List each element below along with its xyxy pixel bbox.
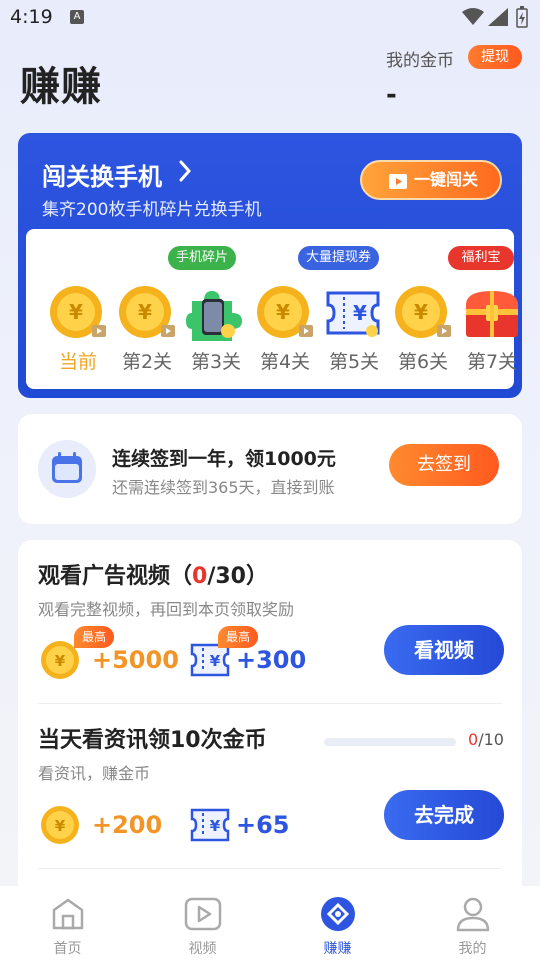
news-task-subtitle: 看资讯，赚金币: [38, 764, 151, 783]
max-badge: 最高: [74, 626, 115, 648]
coin-icon[interactable]: ¥: [255, 285, 315, 341]
max-badge: 最高: [218, 626, 259, 648]
level-tag-treasure: 福利宝箱: [448, 246, 514, 289]
coins-label: 我的金币: [386, 51, 454, 71]
level-label-6: 第6关: [397, 351, 449, 373]
nav-label-profile: 我的: [458, 941, 487, 957]
level-tag-phone-fragment: 手机碎片: [168, 246, 237, 270]
nav-item-earn[interactable]: 赚赚: [270, 886, 405, 960]
news-coin-reward: +200: [92, 811, 163, 839]
signin-button[interactable]: 去签到: [389, 444, 499, 486]
svg-text:¥: ¥: [55, 817, 66, 835]
level-card-subtitle: 集齐200枚手机碎片兑换手机: [42, 200, 262, 220]
complete-news-button[interactable]: 去完成: [384, 790, 504, 840]
play-tv-icon: [389, 174, 407, 189]
video-task-title-suffix: /30）: [207, 564, 268, 589]
svg-text:¥: ¥: [138, 300, 152, 324]
svg-text:¥: ¥: [210, 817, 221, 835]
nav-label-video: 视频: [188, 941, 217, 957]
nav-label-earn: 赚赚: [323, 941, 352, 957]
page-title: 赚赚: [20, 64, 102, 110]
divider: [38, 703, 502, 704]
calendar-icon: [38, 440, 96, 498]
coins-value: -: [386, 80, 397, 110]
svg-text:¥: ¥: [353, 301, 367, 325]
level-tag-cash-ticket: 大量提现券: [298, 246, 380, 270]
video-task-count: 0: [192, 564, 208, 589]
home-icon: [52, 898, 83, 930]
nav-item-home[interactable]: 首页: [0, 886, 135, 960]
level-label-3: 第3关: [190, 351, 242, 373]
treasure-chest-icon[interactable]: [462, 285, 522, 341]
coin-icon[interactable]: ¥: [393, 285, 453, 341]
svg-text:¥: ¥: [69, 300, 83, 324]
watch-video-button[interactable]: 看视频: [384, 625, 504, 675]
signin-card: 连续签到一年，领1000元 还需连续签到365天，直接到账 去签到: [18, 414, 522, 524]
coin-icon: ¥: [41, 806, 79, 844]
levels-track: 手机碎片 大量提现券 福利宝箱 ¥ ¥ ¥ ¥ ¥ 当前 第2关 第3关 第4关…: [26, 229, 518, 389]
level-label-7: 第7关: [466, 351, 518, 373]
video-icon: [184, 897, 221, 931]
level-label-4: 第4关: [259, 351, 311, 373]
level-label-5: 第5关: [328, 351, 380, 373]
wifi-icon: [462, 8, 484, 25]
earn-icon: [320, 897, 355, 931]
cash-ticket-icon: ¥: [190, 808, 230, 842]
signin-subtitle: 还需连续签到365天，直接到账: [112, 478, 335, 497]
video-task-title: 观看广告视频（0/30）: [38, 558, 268, 590]
news-progress-total: /10: [478, 730, 504, 749]
status-bar: 4:19 A: [0, 0, 540, 36]
nav-label-home: 首页: [53, 941, 82, 957]
signal-icon: [488, 8, 508, 26]
profile-icon: [456, 897, 489, 932]
video-coin-reward: +5000: [92, 646, 179, 674]
svg-text:¥: ¥: [276, 300, 290, 324]
status-time: 4:19: [10, 6, 53, 28]
news-progress-bar: [324, 738, 456, 746]
notification-icon: A: [70, 10, 84, 24]
svg-text:¥: ¥: [210, 652, 221, 670]
video-ticket-reward: +300: [236, 646, 307, 674]
news-progress-done: 0: [468, 730, 479, 749]
news-task-title: 当天看资讯领10次金币: [38, 728, 267, 753]
video-task-title-prefix: 观看广告视频（: [38, 564, 193, 589]
video-task-subtitle: 观看完整视频，再回到本页领取奖励: [38, 600, 295, 619]
level-label-current: 当前: [58, 351, 97, 373]
phone-puzzle-icon[interactable]: [186, 285, 246, 341]
svg-text:¥: ¥: [55, 652, 66, 670]
battery-icon: [516, 6, 528, 28]
cash-ticket-icon[interactable]: ¥: [324, 285, 384, 341]
nav-item-video[interactable]: 视频: [135, 886, 270, 960]
divider: [38, 868, 502, 869]
one-click-pass-button[interactable]: 一键闯关: [360, 160, 502, 200]
chevron-right-icon[interactable]: [178, 159, 192, 183]
level-label-2: 第2关: [121, 351, 173, 373]
one-click-pass-label: 一键闯关: [414, 170, 479, 189]
bottom-nav: 首页 视频 赚赚 我的: [0, 886, 540, 960]
coin-icon[interactable]: ¥: [48, 285, 108, 341]
svg-text:¥: ¥: [414, 300, 428, 324]
tasks-card: 观看广告视频（0/30） 观看完整视频，再回到本页领取奖励 ¥ 最高 +5000…: [18, 540, 522, 900]
level-challenge-card[interactable]: 闯关换手机 集齐200枚手机碎片兑换手机 一键闯关 手机碎片 大量提现券 福利宝…: [18, 133, 522, 398]
signin-title: 连续签到一年，领1000元: [112, 448, 336, 470]
level-card-title[interactable]: 闯关换手机: [42, 157, 162, 192]
coin-icon[interactable]: ¥: [117, 285, 177, 341]
news-progress-text: 0/10: [468, 730, 504, 749]
news-ticket-reward: +65: [236, 811, 290, 839]
nav-item-profile[interactable]: 我的: [405, 886, 540, 960]
withdraw-button[interactable]: 提现: [468, 45, 522, 69]
